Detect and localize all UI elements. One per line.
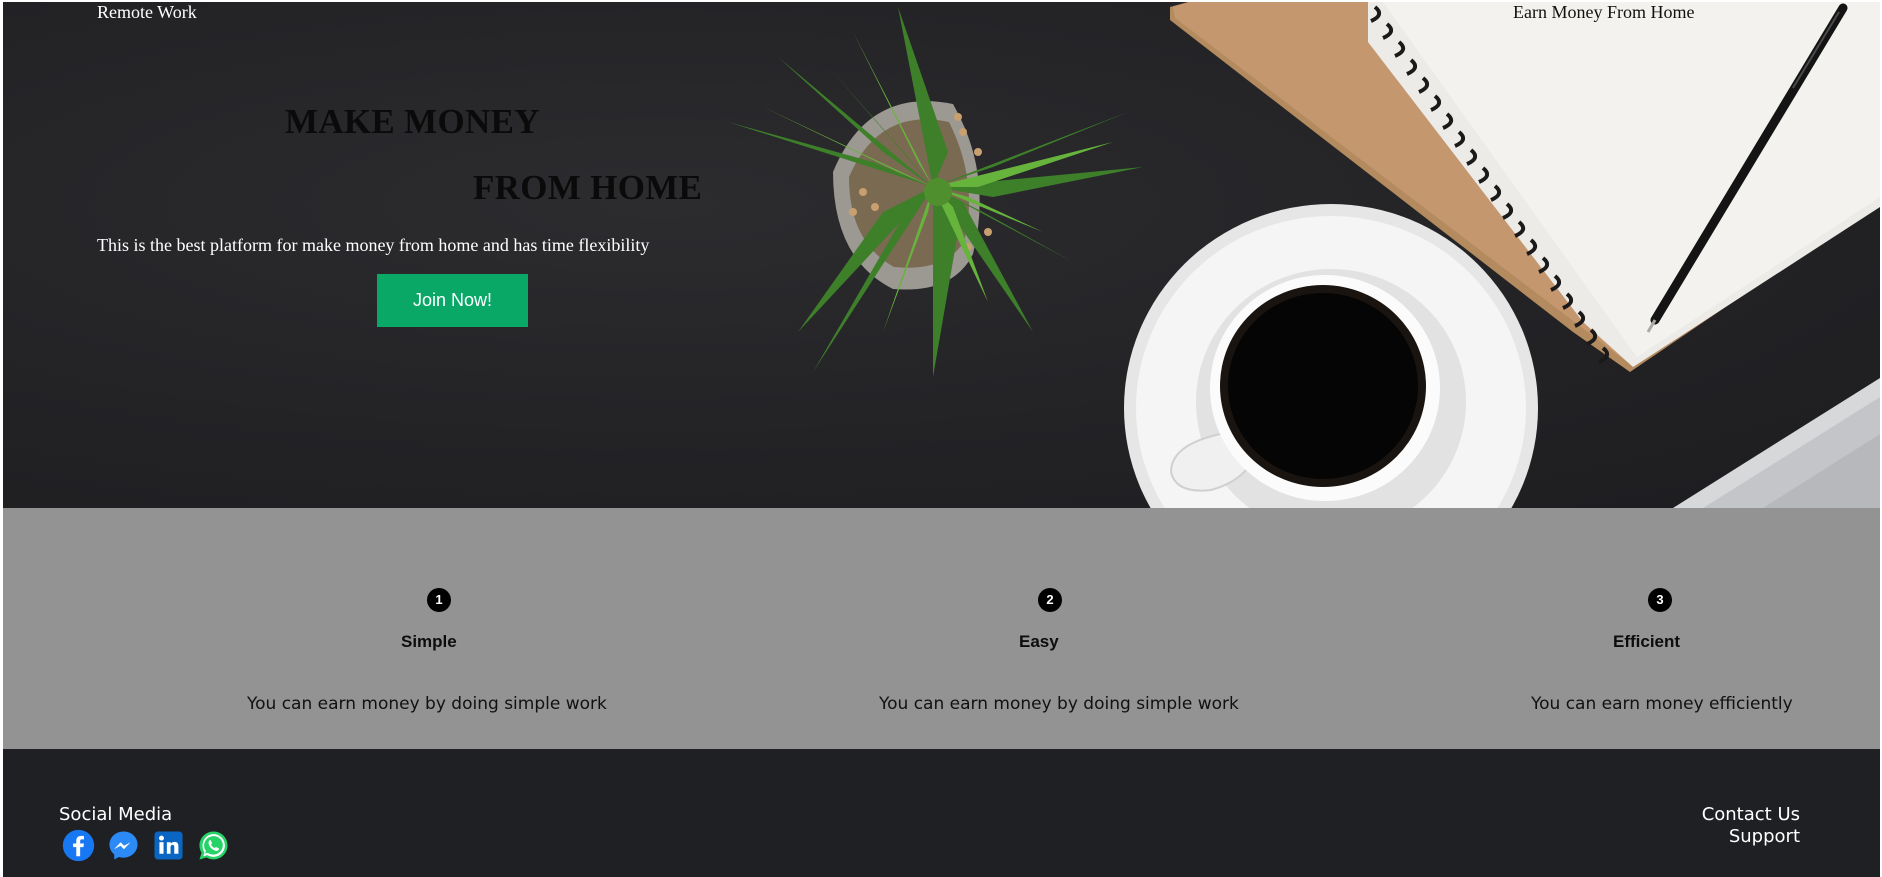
- social-media-label: Social Media: [59, 804, 173, 825]
- hero-title-line2: FROM HOME: [473, 168, 703, 207]
- linkedin-icon[interactable]: [152, 829, 185, 862]
- support-link[interactable]: Support: [1702, 826, 1800, 848]
- laptop-icon: [1673, 378, 1880, 508]
- facebook-icon[interactable]: [62, 829, 95, 862]
- hero-title-line1: MAKE MONEY: [285, 102, 540, 141]
- succulent-plant-icon: [728, 7, 1143, 377]
- footer: Social Media Contact Us Support: [3, 749, 1880, 877]
- hero-section: Remote Work Earn Money From Home MAKE MO…: [3, 2, 1880, 508]
- feature-title: Efficient: [1613, 632, 1681, 651]
- feature-description: You can earn money by doing simple work: [879, 694, 1239, 714]
- social-icons-row: [62, 829, 230, 862]
- step-number-badge: 2: [1038, 588, 1062, 612]
- step-number-badge: 3: [1648, 588, 1672, 612]
- nav-remote-work[interactable]: Remote Work: [97, 2, 197, 23]
- feature-description: You can earn money efficiently: [1531, 694, 1793, 714]
- whatsapp-icon[interactable]: [197, 829, 230, 862]
- contact-us-link[interactable]: Contact Us: [1702, 804, 1800, 826]
- feature-title: Easy: [1019, 632, 1059, 651]
- nav-earn-money[interactable]: Earn Money From Home: [1513, 2, 1694, 23]
- messenger-icon[interactable]: [107, 829, 140, 862]
- hero-tagline: This is the best platform for make money…: [97, 235, 650, 255]
- step-number-badge: 1: [427, 588, 451, 612]
- feature-description: You can earn money by doing simple work: [247, 694, 607, 714]
- feature-title: Simple: [401, 632, 457, 651]
- page: Remote Work Earn Money From Home MAKE MO…: [3, 2, 1880, 877]
- features-section: 1 Simple You can earn money by doing sim…: [3, 508, 1880, 749]
- join-now-button[interactable]: Join Now!: [377, 274, 528, 327]
- footer-links: Contact Us Support: [1702, 804, 1800, 848]
